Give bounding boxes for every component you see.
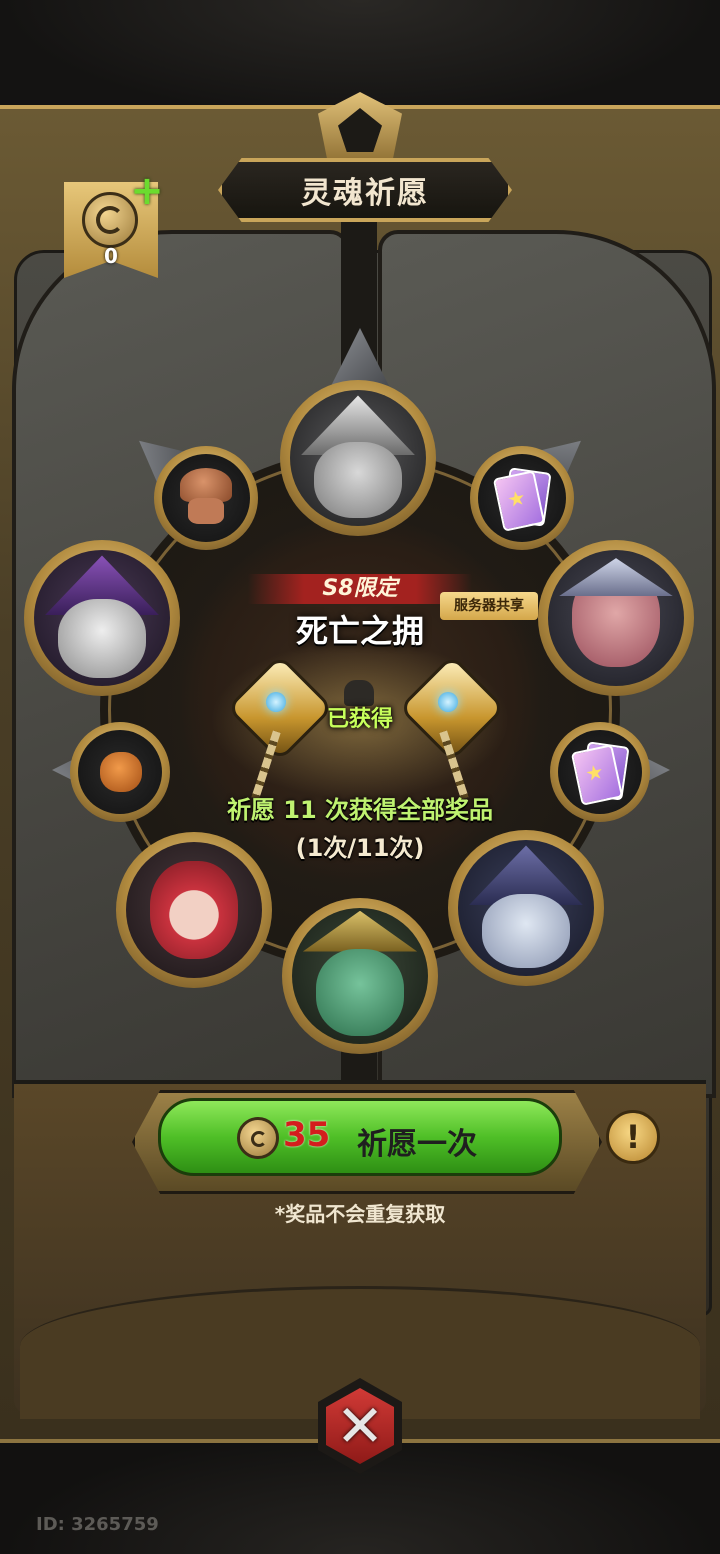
prize-slot-card-pack-icon[interactable]: ★: [550, 722, 650, 822]
prize-slot-witch-hunter-hero-portrait[interactable]: [280, 380, 436, 536]
gauntlet-left-icon: [222, 654, 334, 762]
prize-slot-card-pack-icon[interactable]: ★: [470, 446, 574, 550]
prize-slot-bear-hero-portrait[interactable]: [538, 540, 694, 696]
season-tag: S8限定: [248, 574, 472, 604]
pray-label: 祈愿一次: [357, 1127, 477, 1162]
pray-cost: 35: [283, 1115, 331, 1155]
page-title: 灵魂祈愿: [301, 176, 429, 211]
prize-slot-pumpkin-costume-icon[interactable]: [70, 722, 170, 822]
no-duplicate-note: *奖品不会重复获取: [274, 1202, 446, 1226]
prize-slot-green-warrior-hero-portrait[interactable]: [282, 898, 438, 1054]
add-currency-button[interactable]: +: [130, 171, 164, 211]
player-id: ID: 3265759: [36, 1514, 159, 1535]
close-icon[interactable]: ✕: [326, 1388, 394, 1464]
pray-once-button[interactable]: 35 祈愿一次: [158, 1098, 562, 1176]
soul-coin-icon: [237, 1117, 279, 1159]
prize-slot-mushroom-pet-icon[interactable]: [154, 446, 258, 550]
progress-count: (1次/11次): [295, 834, 425, 862]
server-shared-tag: 服务器共享: [440, 592, 538, 620]
prize-slot-wizard-hero-portrait[interactable]: [448, 830, 604, 986]
heart-hands-icon: [344, 680, 374, 706]
prize-slot-red-hair-hero-portrait[interactable]: [116, 832, 272, 988]
info-button[interactable]: !: [606, 1110, 660, 1164]
coin-swirl: [96, 206, 124, 234]
prize-slot-purple-witch-hero-portrait[interactable]: [24, 540, 180, 696]
obtained-badge: 已获得: [326, 707, 393, 732]
title-plate: 灵魂祈愿: [218, 158, 512, 222]
progress-text: 祈愿 11 次获得全部奖品: [226, 796, 494, 824]
currency-count: 0: [104, 244, 118, 268]
event-name: 死亡之拥: [295, 612, 424, 650]
